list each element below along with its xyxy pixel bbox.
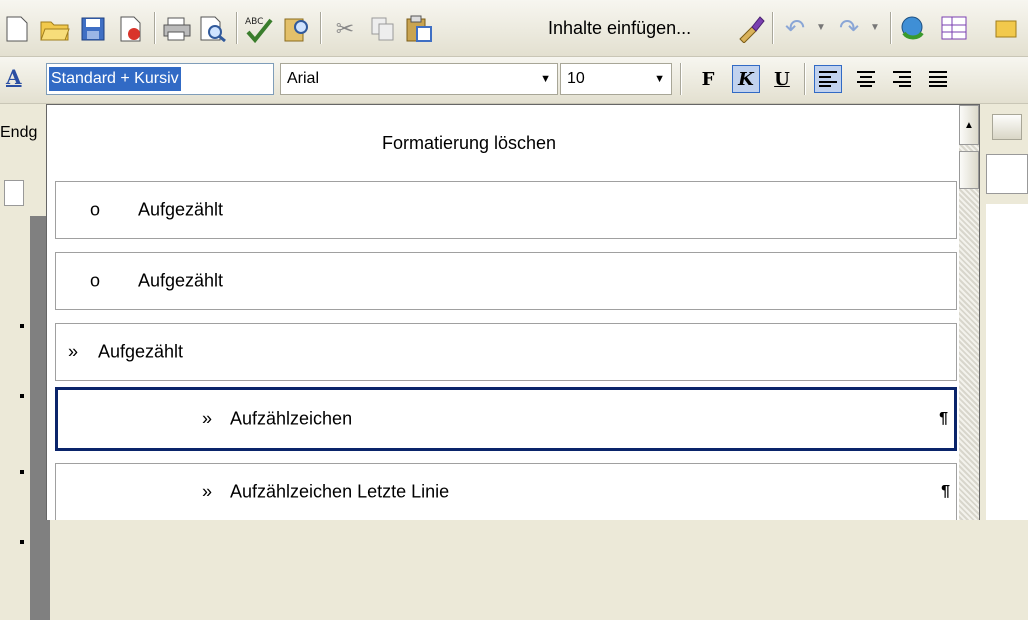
- scroll-thumb[interactable]: [959, 151, 979, 189]
- vertical-ruler: [4, 180, 24, 206]
- style-item-aufgezaehlt[interactable]: o Aufgezählt: [55, 252, 957, 310]
- undo-dropdown-icon[interactable]: ▼: [816, 22, 826, 33]
- svg-text:ABC: ABC: [245, 17, 263, 27]
- style-item-label: Aufzählzeichen: [230, 408, 353, 429]
- style-item-label: Aufgezählt: [138, 270, 224, 291]
- horizontal-ruler: [986, 154, 1028, 194]
- toolbar-separator: [320, 12, 322, 44]
- redo-dropdown-icon[interactable]: ▼: [870, 22, 880, 33]
- bold-button[interactable]: F: [694, 65, 722, 93]
- style-item-aufzaehlzeichen-letzte-linie[interactable]: » Aufzählzeichen Letzte Linie ¶: [55, 463, 957, 520]
- bullet-symbol: »: [202, 408, 213, 429]
- print-icon[interactable]: [162, 14, 192, 44]
- font-combobox[interactable]: Arial ▼: [280, 63, 558, 95]
- cut-icon[interactable]: ✂: [330, 14, 360, 44]
- document-page: [986, 204, 1028, 520]
- redo-icon[interactable]: ↷: [834, 14, 864, 44]
- bullet-symbol: o: [90, 270, 101, 291]
- permission-icon[interactable]: [116, 14, 146, 44]
- align-center-button[interactable]: [852, 65, 880, 93]
- font-size-combobox[interactable]: 10 ▼: [560, 63, 672, 95]
- font-combobox-value[interactable]: Arial: [287, 70, 319, 88]
- paste-special-label[interactable]: Inhalte einfügen...: [548, 18, 691, 39]
- style-item-aufzaehlzeichen[interactable]: » Aufzählzeichen ¶: [55, 387, 957, 451]
- justify-icon: [929, 71, 947, 87]
- formatting-toolbar: A Standard + Kursiv ▼ Arial ▼ 10 ▼ F K U: [0, 57, 1028, 104]
- document-left-edge: Endg: [0, 104, 50, 620]
- save-icon[interactable]: [78, 14, 108, 44]
- style-combobox-value[interactable]: Standard + Kursiv: [49, 67, 181, 91]
- new-document-icon[interactable]: [2, 14, 32, 44]
- toolbar-separator: [772, 12, 774, 44]
- chevron-down-icon[interactable]: ▼: [540, 73, 551, 85]
- style-combobox[interactable]: Standard + Kursiv ▼: [46, 63, 322, 95]
- task-pane-text: Endg: [0, 124, 38, 141]
- toolbar-separator: [154, 12, 156, 44]
- ruler-tick: [20, 324, 24, 328]
- copy-icon[interactable]: [368, 14, 398, 44]
- dropdown-scrollbar[interactable]: ▲: [959, 105, 979, 520]
- style-item-aufgezaehlt[interactable]: » Aufgezählt: [55, 323, 957, 381]
- styles-and-formatting-icon[interactable]: A: [6, 65, 32, 93]
- bullet-symbol: »: [68, 341, 79, 362]
- underline-button[interactable]: U: [768, 65, 796, 93]
- align-right-icon: [893, 71, 911, 87]
- ruler-tick: [20, 394, 24, 398]
- ruler-tick: [20, 540, 24, 544]
- clear-formatting-label: Formatierung löschen: [381, 132, 557, 153]
- align-right-button[interactable]: [888, 65, 916, 93]
- scroll-up-icon[interactable]: ▲: [959, 105, 979, 145]
- align-center-icon: [857, 71, 875, 87]
- font-size-value[interactable]: 10: [567, 70, 585, 88]
- paste-icon[interactable]: [404, 14, 434, 44]
- chevron-down-icon[interactable]: ▼: [654, 73, 665, 85]
- style-item-label: Aufzählzeichen Letzte Linie: [230, 481, 450, 502]
- hyperlink-icon[interactable]: [898, 14, 928, 44]
- spelling-icon[interactable]: ABC: [244, 14, 274, 44]
- italic-button[interactable]: K: [732, 65, 760, 93]
- style-dropdown-list: Formatierung löschen o Aufgezählt o Aufg…: [46, 104, 980, 520]
- toolbar-separator: [804, 63, 806, 95]
- print-preview-icon[interactable]: [198, 14, 228, 44]
- justify-button[interactable]: [924, 65, 952, 93]
- toolbar-separator: [680, 63, 682, 95]
- style-item-label: Aufgezählt: [138, 199, 224, 220]
- align-left-button[interactable]: [814, 65, 842, 93]
- toolbar-separator: [236, 12, 238, 44]
- toolbar-separator: [890, 12, 892, 44]
- align-left-icon: [819, 71, 837, 87]
- bullet-symbol: o: [90, 199, 101, 220]
- toolbar-button[interactable]: [992, 114, 1022, 140]
- paragraph-mark-icon: ¶: [941, 483, 950, 500]
- open-folder-icon[interactable]: [40, 14, 70, 44]
- drawing-icon[interactable]: [992, 14, 1022, 44]
- document-right-edge: [980, 104, 1028, 520]
- undo-icon[interactable]: ↶: [780, 14, 810, 44]
- style-item-label: Aufgezählt: [98, 341, 184, 362]
- standard-toolbar: ABC ✂ Inhalte einfügen... ↶ ▼ ↷ ▼: [0, 0, 1028, 57]
- tables-icon[interactable]: [940, 14, 970, 44]
- bullet-symbol: »: [202, 481, 213, 502]
- research-icon[interactable]: [282, 14, 312, 44]
- style-item-aufgezaehlt[interactable]: o Aufgezählt: [55, 181, 957, 239]
- ruler-tick: [20, 470, 24, 474]
- clear-formatting-item[interactable]: Formatierung löschen: [47, 105, 961, 181]
- paragraph-mark-icon: ¶: [939, 410, 948, 427]
- format-painter-icon[interactable]: [736, 14, 766, 44]
